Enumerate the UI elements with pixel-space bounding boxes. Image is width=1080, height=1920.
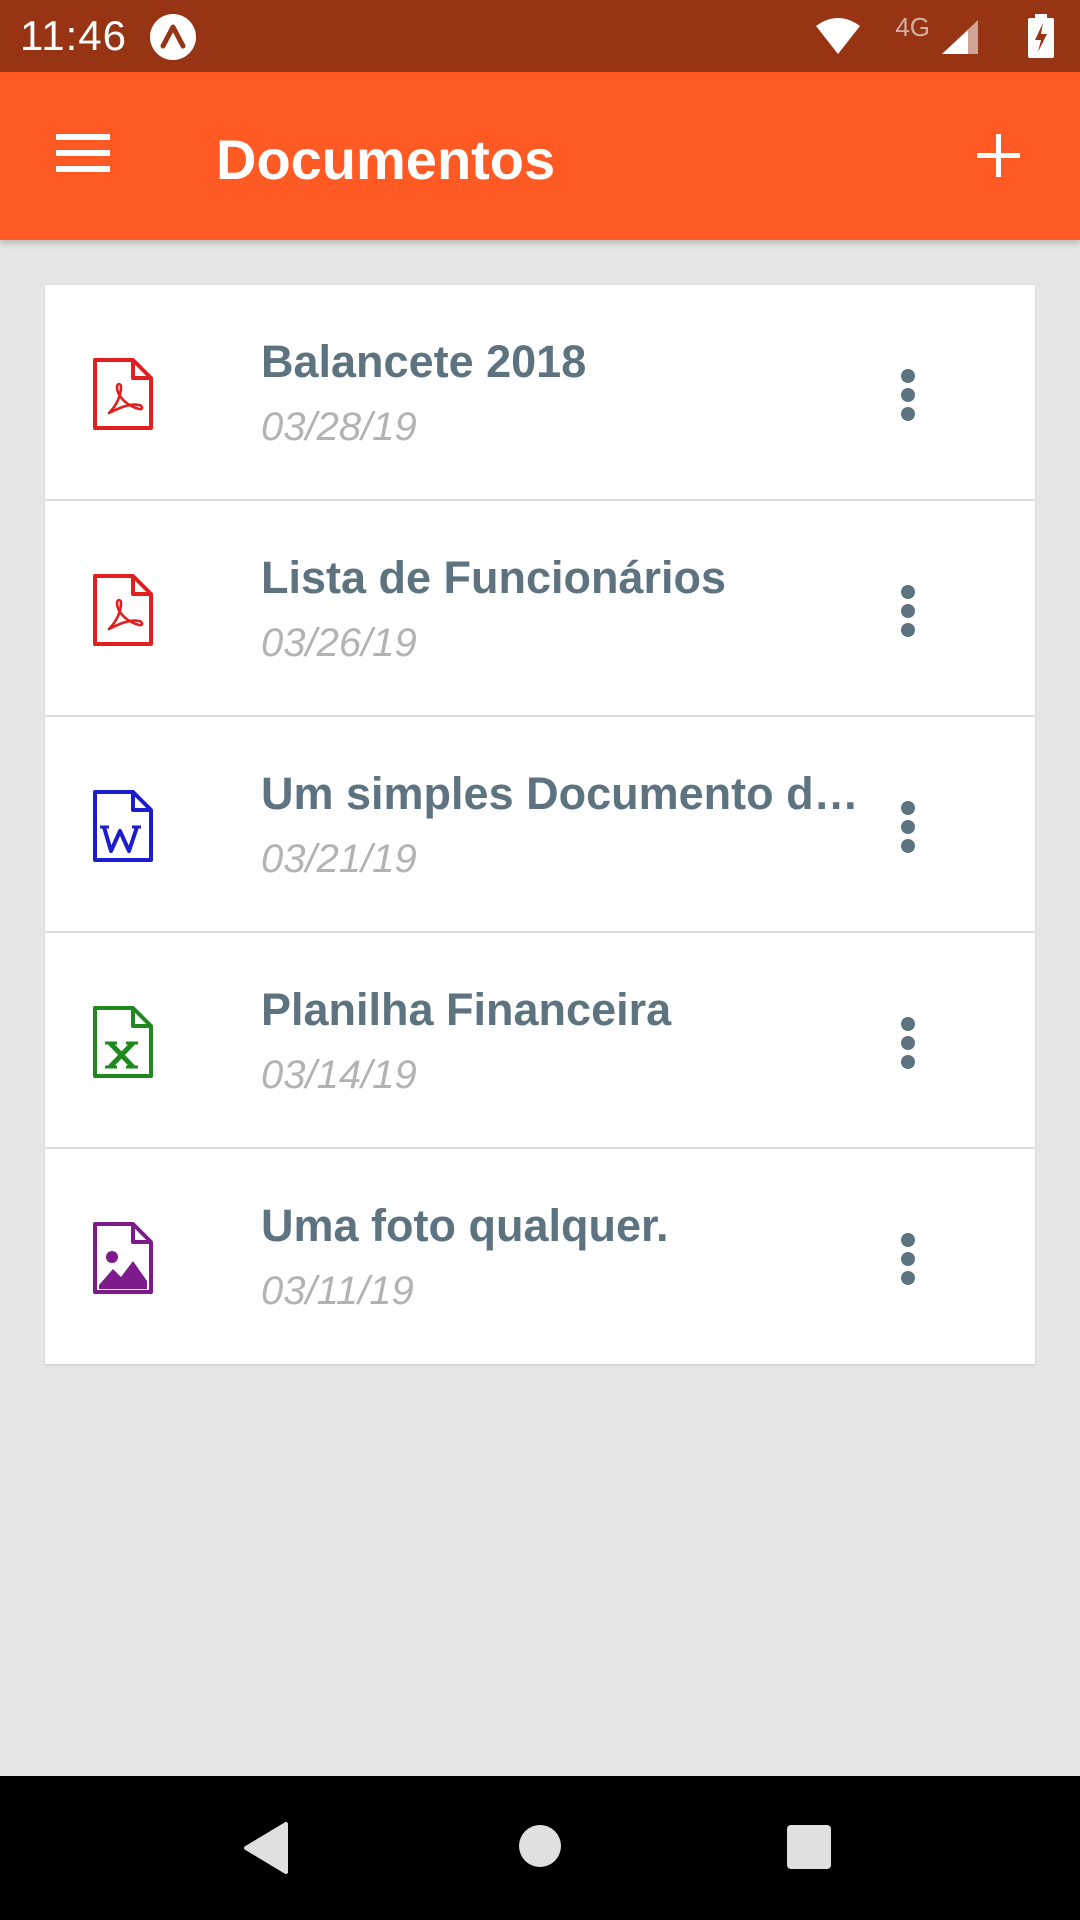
- list-item[interactable]: Uma foto qualquer. 03/11/19: [45, 1149, 1035, 1364]
- hamburger-menu-icon[interactable]: [40, 116, 130, 196]
- document-date: 03/11/19: [261, 1269, 414, 1313]
- list-item[interactable]: Lista de Funcionários 03/26/19: [45, 501, 1035, 717]
- app-notification-icon: [150, 14, 196, 60]
- pdf-file-icon: [93, 574, 153, 646]
- list-item[interactable]: Planilha Financeira 03/14/19: [45, 933, 1035, 1149]
- list-item[interactable]: Um simples Documento do Word 03/21/19: [45, 717, 1035, 933]
- network-type-label: 4G: [895, 12, 930, 42]
- document-title: Uma foto qualquer.: [261, 1200, 669, 1251]
- recents-icon[interactable]: [786, 1824, 832, 1870]
- more-options-icon[interactable]: [883, 1219, 933, 1299]
- more-options-icon[interactable]: [883, 355, 933, 435]
- document-title: Um simples Documento do Word: [261, 768, 871, 819]
- system-nav-bar: [0, 1776, 1080, 1920]
- home-icon[interactable]: [518, 1824, 562, 1868]
- document-title: Lista de Funcionários: [261, 552, 727, 603]
- excel-file-icon: [93, 1006, 153, 1078]
- more-options-icon[interactable]: [883, 1003, 933, 1083]
- add-document-button[interactable]: [955, 112, 1041, 198]
- wifi-icon: [816, 18, 860, 54]
- cellular-signal-icon: [942, 20, 978, 54]
- battery-charging-icon: [1028, 14, 1054, 58]
- status-bar: 11:46 4G: [0, 0, 1080, 72]
- list-item[interactable]: Balancete 2018 03/28/19: [45, 285, 1035, 501]
- more-options-icon[interactable]: [883, 787, 933, 867]
- more-options-icon[interactable]: [883, 571, 933, 651]
- image-file-icon: [93, 1222, 153, 1294]
- document-list: Balancete 2018 03/28/19 Lista de Funcion…: [45, 285, 1035, 1364]
- document-date: 03/14/19: [261, 1053, 417, 1097]
- document-date: 03/28/19: [261, 405, 417, 449]
- word-file-icon: [93, 790, 153, 862]
- document-date: 03/26/19: [261, 621, 417, 665]
- back-icon[interactable]: [240, 1820, 290, 1876]
- document-title: Balancete 2018: [261, 336, 587, 387]
- document-date: 03/21/19: [261, 837, 417, 881]
- status-time: 11:46: [20, 12, 127, 59]
- app-bar: Documentos: [0, 72, 1080, 240]
- document-title: Planilha Financeira: [261, 984, 672, 1035]
- pdf-file-icon: [93, 358, 153, 430]
- page-title: Documentos: [216, 128, 556, 191]
